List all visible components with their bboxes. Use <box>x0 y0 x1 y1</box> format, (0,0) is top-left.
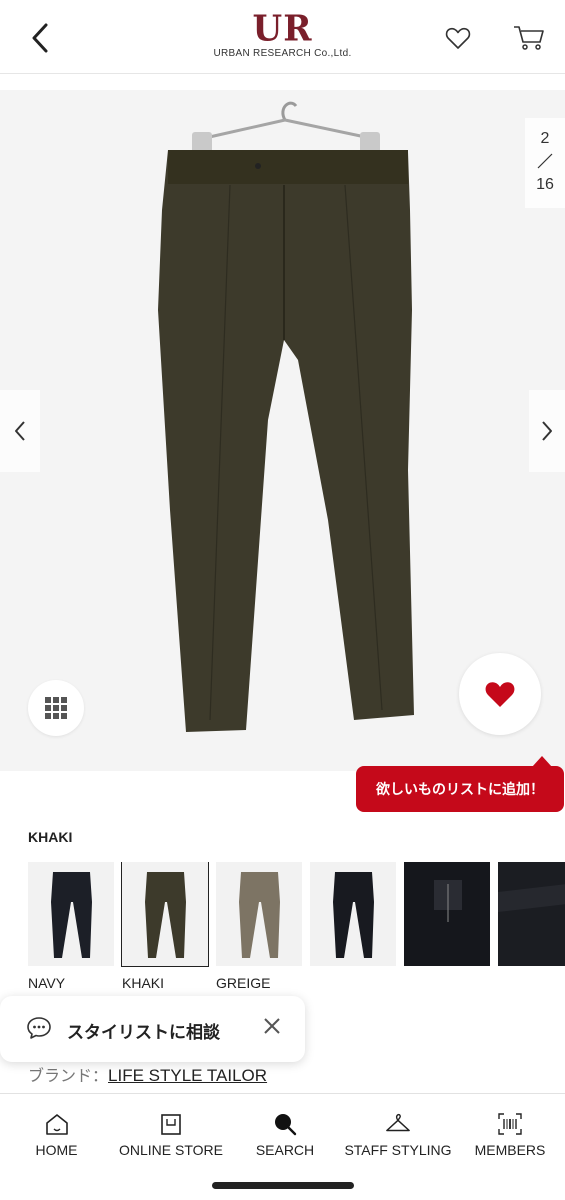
heart-outline-icon <box>445 27 471 49</box>
nav-label: HOME <box>35 1142 78 1158</box>
nav-members[interactable]: MEMBERS <box>455 1094 565 1169</box>
brand-logo[interactable]: UR URBAN RESEARCH Co.,Ltd. <box>200 8 365 62</box>
barcode-icon <box>498 1113 522 1135</box>
swatch-thumbnail <box>121 862 209 967</box>
previous-image-button[interactable] <box>0 390 40 472</box>
color-swatch-detail-2[interactable] <box>498 862 565 975</box>
bottom-navigation: HOME ONLINE STORE SEARCH STAFF STYLING M… <box>0 1093 565 1168</box>
home-gesture-bar[interactable] <box>212 1182 354 1189</box>
add-to-wishlist-button[interactable] <box>459 653 541 735</box>
shopping-bag-icon <box>161 1114 181 1135</box>
app-header: UR URBAN RESEARCH Co.,Ltd. <box>0 0 565 74</box>
search-icon <box>275 1114 297 1136</box>
grid-icon <box>45 697 67 719</box>
next-image-button[interactable] <box>529 390 565 472</box>
nav-label: ONLINE STORE <box>119 1142 223 1158</box>
swatch-thumbnail <box>310 862 396 966</box>
total-pages: 16 <box>536 176 554 193</box>
swatch-label: NAVY <box>28 975 66 991</box>
nav-home[interactable]: HOME <box>0 1094 113 1169</box>
chat-bubble-icon <box>27 1017 51 1039</box>
swatch-thumbnail <box>498 862 565 966</box>
color-swatch-navy[interactable]: NAVY <box>28 862 114 991</box>
favorites-button[interactable] <box>444 24 472 52</box>
color-swatch-list: NAVY KHAKI GREIGE <box>28 862 565 992</box>
chevron-right-icon <box>542 421 552 441</box>
product-image-gallery[interactable]: 2 16 <box>0 90 565 771</box>
nav-label: SEARCH <box>255 1142 315 1158</box>
current-page: 2 <box>540 130 550 147</box>
hanger-icon <box>386 1113 410 1132</box>
wishlist-tooltip[interactable]: 欲しいものリストに追加！ <box>356 756 564 812</box>
nav-search[interactable]: SEARCH <box>229 1094 341 1169</box>
swatch-thumbnail <box>404 862 490 966</box>
swatch-label: GREIGE <box>216 975 271 991</box>
color-swatch-khaki[interactable]: KHAKI <box>121 862 209 991</box>
swatch-thumbnail <box>216 862 302 966</box>
logo-mark: UR <box>252 8 313 51</box>
swatch-thumbnail <box>28 862 114 966</box>
home-icon <box>45 1114 68 1135</box>
wishlist-tooltip-text: 欲しいものリストに追加！ <box>376 782 544 798</box>
selected-color-label: KHAKI <box>28 829 73 845</box>
swatch-label: KHAKI <box>122 975 165 991</box>
heart-filled-icon <box>485 682 515 707</box>
back-button[interactable] <box>22 18 58 58</box>
brand-line: ブランド：LIFE STYLE TAILOR <box>28 1062 267 1086</box>
stylist-consult-popup[interactable]: スタイリストに相談 <box>0 996 305 1062</box>
image-grid-button[interactable] <box>28 680 84 736</box>
stylist-consult-label: スタイリストに相談 <box>67 1023 220 1043</box>
cart-button[interactable] <box>512 22 546 52</box>
brand-link[interactable]: LIFE STYLE TAILOR <box>108 1066 267 1085</box>
chevron-left-icon <box>15 421 25 441</box>
color-swatch-greige[interactable]: GREIGE <box>216 862 302 991</box>
page-indicator: 2 16 <box>525 118 565 208</box>
chevron-left-icon <box>32 23 48 53</box>
nav-label: STAFF STYLING <box>344 1142 452 1158</box>
nav-online-store[interactable]: ONLINE STORE <box>113 1094 229 1169</box>
color-swatch-dark[interactable] <box>310 862 396 975</box>
color-swatch-detail-1[interactable] <box>404 862 490 975</box>
nav-label: MEMBERS <box>474 1142 546 1158</box>
close-icon[interactable] <box>262 1016 282 1036</box>
nav-staff-styling[interactable]: STAFF STYLING <box>341 1094 455 1169</box>
brand-prefix: ブランド： <box>28 1066 109 1085</box>
slash-divider <box>537 153 553 169</box>
cart-icon <box>514 26 544 50</box>
